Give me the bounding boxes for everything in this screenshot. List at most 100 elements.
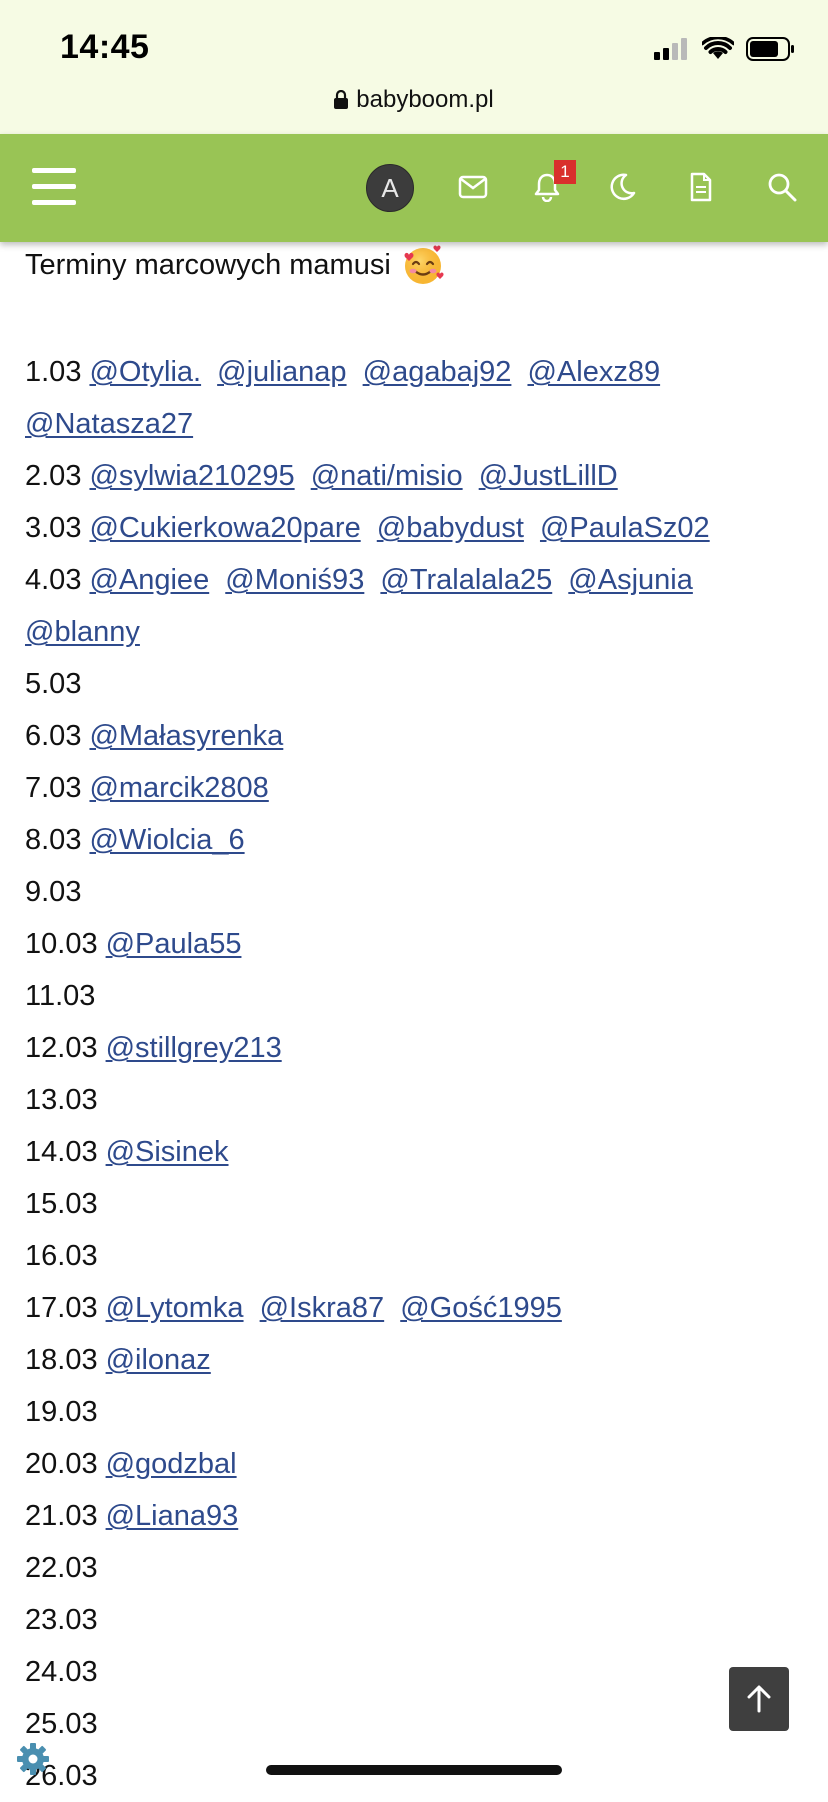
entry-date: 20.03 [25,1448,98,1480]
avatar[interactable]: A [366,164,414,212]
user-mention-link[interactable]: @Tralalala25 [380,564,552,596]
entry-date: 1.03 [25,356,82,388]
user-mention-link[interactable]: @stillgrey213 [106,1032,282,1064]
user-mention-link[interactable]: @blanny [25,616,140,648]
user-mention-link[interactable]: @julianap [217,356,346,388]
wifi-icon [702,37,734,59]
entry-date: 3.03 [25,512,82,544]
user-mention-link[interactable]: @Małasyrenka [89,720,283,752]
entry-date: 21.03 [25,1500,98,1532]
entry-date: 15.03 [25,1188,98,1220]
due-date-entry: 2.03 @sylwia210295 @nati/misio @JustLillD [25,450,805,502]
user-mention-link[interactable]: @Wiolcia_6 [89,824,244,856]
due-date-entry: 23.03 [25,1594,805,1646]
status-bar: 14:45 babyboom.pl [0,0,828,134]
entry-date: 6.03 [25,720,82,752]
user-mention-link[interactable]: @Liana93 [106,1500,239,1532]
site-nav-bar: A [0,134,828,242]
url-bar[interactable]: babyboom.pl [0,86,828,114]
search-icon[interactable] [759,164,805,210]
due-date-entry: 15.03 [25,1178,805,1230]
post-content: Terminy marcowych mamusi 1.03 @Otylia. @j… [25,242,805,1802]
due-date-entry: 6.03 @Małasyrenka [25,710,805,762]
user-mention-link[interactable]: @JustLillD [479,460,618,492]
entry-date: 11.03 [25,980,96,1012]
due-date-entry: 3.03 @Cukierkowa20pare @babydust @PaulaSz… [25,502,805,554]
due-date-entry: 20.03 @godzbal [25,1438,805,1490]
status-icons [654,36,796,62]
entry-date: 5.03 [25,668,82,700]
mail-icon[interactable] [450,164,496,210]
entry-date: 24.03 [25,1656,98,1688]
user-mention-link[interactable]: @Iskra87 [260,1292,385,1324]
user-mention-link[interactable]: @ilonaz [106,1344,211,1376]
entry-date: 7.03 [25,772,82,804]
due-date-entry: 19.03 [25,1386,805,1438]
entry-date: 17.03 [25,1292,98,1324]
post-title: Terminy marcowych mamusi [25,249,391,281]
due-date-entry: 9.03 [25,866,805,918]
entry-date: 10.03 [25,928,98,960]
user-mention-link[interactable]: @godzbal [106,1448,237,1480]
user-mention-link[interactable]: @Paula55 [106,928,242,960]
entry-date: 22.03 [25,1552,98,1584]
entry-date: 2.03 [25,460,82,492]
status-time: 14:45 [60,28,150,66]
due-date-entry: 17.03 @Lytomka @Iskra87 @Gość1995 [25,1282,805,1334]
due-date-entry: 7.03 @marcik2808 [25,762,805,814]
document-icon[interactable] [678,164,724,210]
user-mention-link[interactable]: @Otylia. [89,356,201,388]
due-date-entry: 25.03 [25,1698,805,1750]
due-date-entry: 4.03 @Angiee @Moniś93 @Tralalala25 @Asjun… [25,554,805,658]
due-date-entry: 16.03 [25,1230,805,1282]
gear-icon[interactable] [16,1742,50,1776]
due-date-entry: 24.03 [25,1646,805,1698]
entry-date: 16.03 [25,1240,98,1272]
entry-date: 19.03 [25,1396,98,1428]
user-mention-link[interactable]: @Gość1995 [400,1292,562,1324]
user-mention-link[interactable]: @Cukierkowa20pare [89,512,360,544]
user-mention-link[interactable]: @babydust [377,512,524,544]
user-mention-link[interactable]: @agabaj92 [363,356,512,388]
due-date-entry: 26.03 [25,1750,805,1802]
scroll-to-top-button[interactable] [729,1667,789,1731]
due-date-entry: 1.03 @Otylia. @julianap @agabaj92 @Alexz8… [25,346,805,450]
signal-icon [654,38,687,60]
menu-icon[interactable] [32,168,76,208]
entry-date: 14.03 [25,1136,98,1168]
due-date-entry: 10.03 @Paula55 [25,918,805,970]
entry-date: 4.03 [25,564,82,596]
user-mention-link[interactable]: @Asjunia [568,564,693,596]
user-mention-link[interactable]: @Sisinek [106,1136,229,1168]
notification-badge: 1 [554,160,576,184]
due-date-entry: 14.03 @Sisinek [25,1126,805,1178]
due-date-entry: 8.03 @Wiolcia_6 [25,814,805,866]
user-mention-link[interactable]: @Angiee [89,564,209,596]
lock-icon [334,90,349,109]
user-mention-link[interactable]: @PaulaSz02 [540,512,710,544]
battery-icon [746,37,794,61]
user-mention-link[interactable]: @Lytomka [106,1292,244,1324]
user-mention-link[interactable]: @Natasza27 [25,408,193,440]
entry-date: 9.03 [25,876,82,908]
home-indicator [266,1765,562,1775]
user-mention-link[interactable]: @sylwia210295 [89,460,294,492]
entry-date: 8.03 [25,824,82,856]
arrow-up-icon [747,1685,771,1713]
due-date-entry: 12.03 @stillgrey213 [25,1022,805,1074]
user-mention-link[interactable]: @nati/misio [311,460,463,492]
due-date-entry: 11.03 [25,970,805,1022]
post-title-line: Terminy marcowych mamusi [25,242,805,288]
user-mention-link[interactable]: @Moniś93 [225,564,364,596]
due-date-entry: 21.03 @Liana93 [25,1490,805,1542]
entry-date: 23.03 [25,1604,98,1636]
due-date-list: 1.03 @Otylia. @julianap @agabaj92 @Alexz8… [25,346,805,1802]
user-mention-link[interactable]: @marcik2808 [89,772,268,804]
user-mention-link[interactable]: @Alexz89 [527,356,660,388]
moon-icon[interactable] [599,164,645,210]
entry-date: 12.03 [25,1032,98,1064]
smiling-face-with-hearts-icon [404,245,444,284]
due-date-entry: 22.03 [25,1542,805,1594]
due-date-entry: 5.03 [25,658,805,710]
entry-date: 18.03 [25,1344,98,1376]
